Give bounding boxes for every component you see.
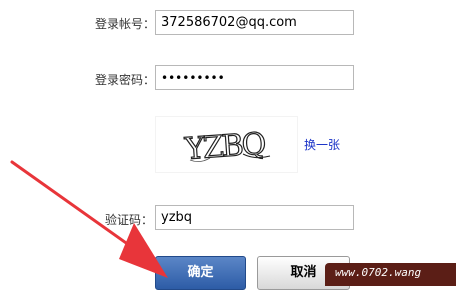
captcha-graphic: YZBQ [182, 126, 271, 168]
confirm-button[interactable]: 确定 [155, 256, 246, 290]
captcha-image: YZBQ [155, 116, 298, 173]
account-input[interactable] [155, 10, 354, 35]
watermark: www.0702.wang [325, 263, 456, 286]
captcha-input[interactable] [155, 205, 354, 230]
captcha-label: 验证码： [105, 213, 154, 227]
password-label: 登录密码： [95, 73, 156, 87]
password-input[interactable] [155, 65, 354, 90]
refresh-captcha-link[interactable]: 换一张 [304, 136, 340, 153]
account-label: 登录帐号： [95, 17, 156, 31]
watermark-text: www.0702.wang [335, 266, 422, 279]
